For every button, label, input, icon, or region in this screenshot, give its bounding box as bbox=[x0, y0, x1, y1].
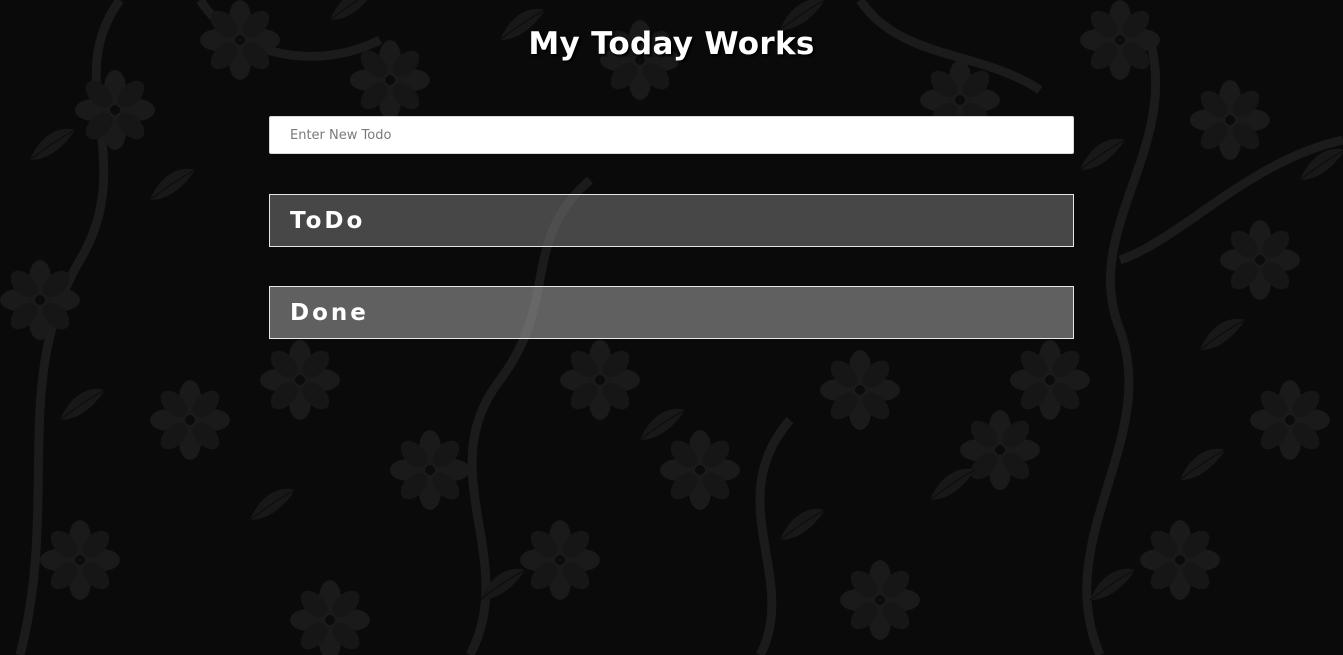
new-todo-input[interactable] bbox=[269, 116, 1074, 154]
done-section-header[interactable]: Done bbox=[269, 286, 1074, 339]
todo-section-label: ToDo bbox=[290, 207, 366, 234]
done-section-label: Done bbox=[290, 299, 369, 326]
todo-section-header[interactable]: ToDo bbox=[269, 194, 1074, 247]
page-title: My Today Works bbox=[528, 26, 815, 62]
